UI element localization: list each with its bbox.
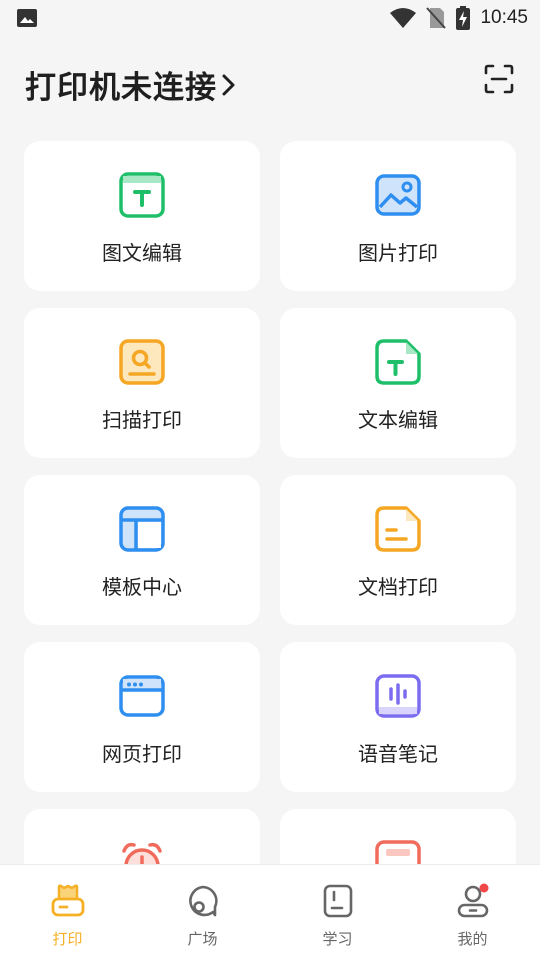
tab-study[interactable]: 学习 <box>270 865 405 961</box>
tab-label: 广场 <box>187 930 218 948</box>
text-image-edit-icon <box>119 172 165 218</box>
wifi-icon <box>390 8 417 28</box>
feature-label: 模板中心 <box>102 575 182 599</box>
image-print-icon <box>375 174 421 216</box>
page-title: 打印机未连接 <box>25 70 217 106</box>
tab-label: 我的 <box>457 930 488 948</box>
status-time: 10:45 <box>480 7 528 28</box>
feature-card-template-center[interactable]: 模板中心 <box>24 475 260 625</box>
feature-card-webpage-print[interactable]: 网页打印 <box>24 642 260 792</box>
template-icon <box>119 506 165 552</box>
voice-note-icon <box>375 674 421 718</box>
feature-card-image-print[interactable]: 图片打印 <box>280 141 516 291</box>
profile-tab-icon <box>457 883 488 918</box>
feature-card-document-print[interactable]: 文档打印 <box>280 475 516 625</box>
print-tab-icon <box>51 884 84 917</box>
feature-card-scan-print[interactable]: 扫描打印 <box>24 308 260 458</box>
document-print-icon <box>375 506 421 552</box>
scan-print-icon <box>119 339 165 385</box>
plaza-tab-icon <box>188 885 218 917</box>
webpage-icon <box>119 675 165 717</box>
text-document-icon <box>375 339 421 385</box>
printer-status-link[interactable]: 打印机未连接 <box>25 62 237 107</box>
no-sim-icon <box>426 7 447 29</box>
tab-label: 学习 <box>322 930 353 948</box>
feature-label: 图片打印 <box>358 241 438 265</box>
feature-label: 语音笔记 <box>358 742 438 766</box>
feature-card-text-image-edit[interactable]: 图文编辑 <box>24 141 260 291</box>
scan-icon[interactable] <box>484 64 514 94</box>
bottom-nav: 打印 广场 学习 我的 <box>0 864 540 961</box>
feature-card-voice-note[interactable]: 语音笔记 <box>280 642 516 792</box>
tab-label: 打印 <box>52 930 83 948</box>
feature-card-text-edit[interactable]: 文本编辑 <box>280 308 516 458</box>
tab-profile[interactable]: 我的 <box>405 865 540 961</box>
feature-label: 文档打印 <box>358 575 438 599</box>
status-bar: 10:45 <box>0 0 540 36</box>
feature-label: 网页打印 <box>102 742 182 766</box>
image-icon <box>17 9 37 27</box>
tab-plaza[interactable]: 广场 <box>135 865 270 961</box>
feature-label: 扫描打印 <box>102 408 182 432</box>
notification-badge <box>479 883 488 893</box>
study-tab-icon <box>323 884 352 918</box>
battery-charging-icon <box>456 6 471 30</box>
chevron-right-icon <box>222 74 235 95</box>
header: 打印机未连接 <box>0 50 540 114</box>
feature-label: 图文编辑 <box>102 241 182 265</box>
tab-print[interactable]: 打印 <box>0 865 135 961</box>
feature-label: 文本编辑 <box>358 408 438 432</box>
